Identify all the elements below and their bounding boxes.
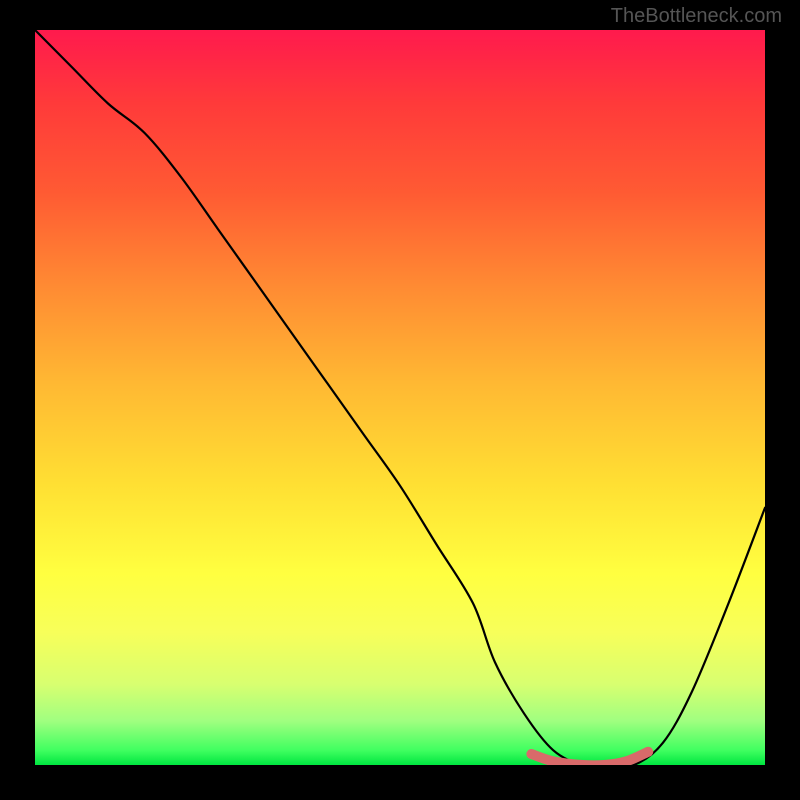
- watermark-text: TheBottleneck.com: [611, 5, 782, 28]
- chart-svg: [35, 30, 765, 765]
- bottleneck-curve-path: [35, 30, 765, 765]
- highlight-segment-path: [531, 752, 648, 765]
- chart-plot-area: [35, 30, 765, 765]
